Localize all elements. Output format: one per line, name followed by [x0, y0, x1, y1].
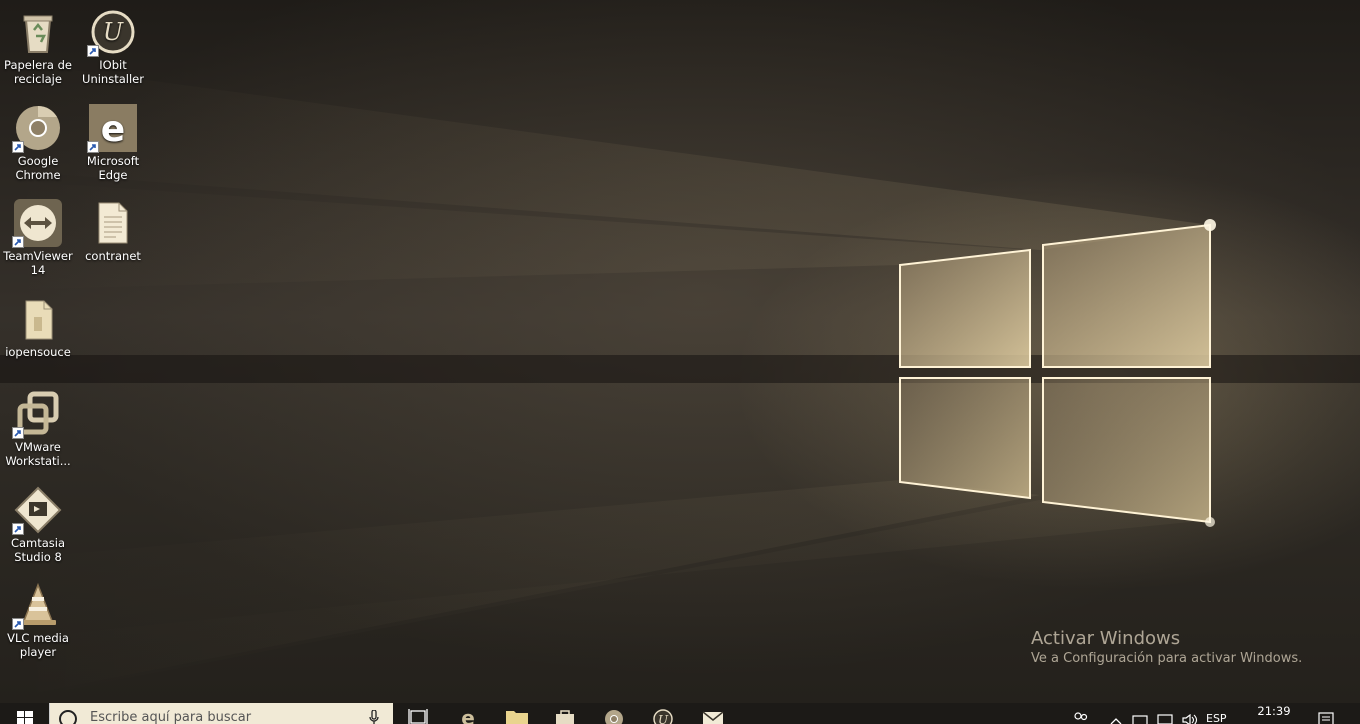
- taskbar-file-explorer-button[interactable]: [492, 703, 540, 724]
- vlc-cone-icon: [12, 581, 62, 630]
- svg-text:U: U: [658, 713, 669, 724]
- taskbar: Escribe aquí para buscar e U ESP 21:39: [0, 703, 1360, 724]
- tray-app-button[interactable]: [1132, 711, 1150, 724]
- desktop-icon-label: Google Chrome: [15, 154, 61, 182]
- taskbar-chrome-button[interactable]: [590, 703, 638, 724]
- taskbar-store-button[interactable]: [541, 703, 589, 724]
- camtasia-icon: [12, 486, 62, 535]
- desktop-icon-iopensouce[interactable]: iopensouce: [1, 291, 75, 383]
- store-bag-icon: [556, 710, 574, 724]
- desktop-icon-contranet[interactable]: contranet: [76, 195, 150, 287]
- desktop-icon-label: TeamViewer 14: [3, 249, 73, 277]
- watermark-subtitle: Ve a Configuración para activar Windows.: [1031, 651, 1303, 666]
- edge-icon: e: [87, 104, 137, 153]
- desktop-icon-label: VLC media player: [7, 631, 69, 659]
- chrome-icon: [12, 104, 62, 153]
- notifications-icon: [1318, 712, 1334, 724]
- activate-windows-watermark: Activar Windows Ve a Configuración para …: [1031, 628, 1302, 668]
- desktop-icon-recycle-bin[interactable]: Papelera de reciclaje: [1, 4, 75, 96]
- recycle-bin-icon: [14, 8, 62, 56]
- desktop-icon-teamviewer[interactable]: TeamViewer 14: [1, 195, 75, 287]
- tray-app-icon: [1132, 715, 1148, 724]
- volume-button[interactable]: [1182, 711, 1200, 724]
- network-button[interactable]: [1157, 711, 1175, 724]
- microphone-icon[interactable]: [369, 710, 379, 724]
- windows-logo-icon: [17, 711, 33, 724]
- task-view-icon: [408, 709, 428, 724]
- desktop-icon-vlc[interactable]: VLC media player: [1, 577, 75, 669]
- shortcut-arrow-icon: [12, 618, 24, 630]
- desktop-icon-label: VMware Workstati...: [5, 440, 71, 468]
- iobit-uninstaller-icon: U: [87, 8, 137, 57]
- people-button[interactable]: [1072, 711, 1092, 724]
- desktop-icon-label: Camtasia Studio 8: [10, 536, 66, 564]
- shortcut-arrow-icon: [12, 523, 24, 535]
- edge-icon: e: [461, 709, 475, 724]
- watermark-title: Activar Windows: [1031, 628, 1181, 649]
- desktop[interactable]: Papelera de reciclaje U IObit Uninstalle…: [0, 0, 1360, 703]
- svg-text:U: U: [103, 18, 124, 46]
- desktop-icon-microsoft-edge[interactable]: e Microsoft Edge: [76, 100, 150, 192]
- task-view-button[interactable]: [394, 703, 442, 724]
- clock[interactable]: 21:39: [1254, 704, 1294, 724]
- network-icon: [1157, 714, 1173, 724]
- desktop-icon-iobit-uninstaller[interactable]: U IObit Uninstaller: [76, 4, 150, 96]
- people-icon: [1074, 712, 1088, 721]
- taskbar-edge-button[interactable]: e: [444, 703, 492, 724]
- shortcut-arrow-icon: [12, 427, 24, 439]
- iobit-uninstaller-icon: U: [653, 709, 673, 724]
- file-icon: [14, 295, 62, 343]
- action-center-button[interactable]: [1318, 711, 1338, 724]
- folder-icon: [506, 711, 528, 724]
- desktop-icon-label: IObit Uninstaller: [82, 58, 144, 86]
- speaker-icon: [1182, 713, 1198, 724]
- desktop-icon-label: iopensouce: [5, 345, 71, 359]
- show-hidden-icons-button[interactable]: [1110, 711, 1124, 724]
- teamviewer-icon: [12, 199, 62, 248]
- shortcut-arrow-icon: [87, 45, 99, 57]
- start-button[interactable]: [0, 703, 48, 724]
- desktop-icon-label: Papelera de reciclaje: [4, 58, 72, 86]
- search-placeholder: Escribe aquí para buscar: [90, 710, 252, 724]
- search-icon: [59, 710, 77, 724]
- text-file-icon: [89, 199, 137, 247]
- desktop-icon-google-chrome[interactable]: Google Chrome: [1, 100, 75, 192]
- search-box[interactable]: Escribe aquí para buscar: [49, 703, 393, 724]
- taskbar-mail-button[interactable]: [688, 703, 736, 724]
- desktop-icon-vmware[interactable]: VMware Workstati...: [1, 386, 75, 478]
- desktop-icon-label: contranet: [85, 249, 141, 263]
- shortcut-arrow-icon: [12, 236, 24, 248]
- language-indicator[interactable]: ESP: [1206, 712, 1234, 724]
- svg-text:e: e: [101, 109, 125, 150]
- mail-icon: [702, 711, 724, 724]
- taskbar-iobit-button[interactable]: U: [639, 703, 687, 724]
- wallpaper-windows-logo: [0, 60, 1360, 703]
- vmware-icon: [12, 390, 62, 439]
- desktop-icon-label: Microsoft Edge: [86, 154, 140, 182]
- svg-text:e: e: [461, 709, 475, 724]
- chevron-up-icon: [1110, 718, 1122, 724]
- desktop-icon-camtasia[interactable]: Camtasia Studio 8: [1, 482, 75, 574]
- chrome-icon: [605, 710, 623, 724]
- shortcut-arrow-icon: [87, 141, 99, 153]
- shortcut-arrow-icon: [12, 141, 24, 153]
